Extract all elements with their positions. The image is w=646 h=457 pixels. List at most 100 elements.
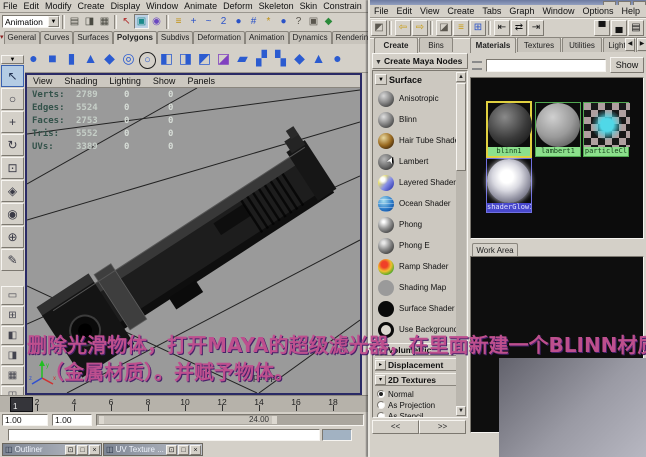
show-button[interactable]: Show [610,57,644,73]
chevron-down-icon[interactable]: ▼ [48,16,59,27]
snap-point-icon[interactable]: ~ [201,14,216,29]
save-scene-icon[interactable]: ▦ [97,14,112,29]
layout-four-pane[interactable]: ⊞ [1,306,24,325]
menu-set-dropdown[interactable]: Animation ▼ [2,15,60,28]
viewport-menu-show[interactable]: Show [147,76,182,86]
layout-persp-graph[interactable]: ◨ [1,346,24,365]
shader-item-hair-tube[interactable]: Hair Tube Shader [375,131,462,152]
nav-forward-button[interactable]: >> [419,420,466,434]
extrude-face-icon[interactable]: ◆ [290,46,309,70]
section-2d-textures[interactable]: ▾ 2D Textures [375,373,457,386]
select-hierarchy-icon[interactable]: ↖ [119,14,134,29]
material-search-input[interactable] [486,59,606,72]
extract-icon[interactable]: ◩ [195,46,214,70]
menu-window[interactable]: Window [143,1,181,11]
placement-as-stencil[interactable]: As Stencil [377,411,457,417]
chevron-down-icon[interactable]: ▼ [375,74,387,85]
material-particlecloud[interactable]: particleCl [583,102,630,157]
menu-file[interactable]: File [0,1,21,11]
scrollbar-thumb[interactable] [456,83,466,171]
shader-item-ramp[interactable]: Ramp Shader [375,257,457,278]
split-polygon-icon[interactable]: ▞ [252,46,271,70]
swatch-small-icon[interactable]: ▀ [594,20,610,36]
material-shaderglow1[interactable]: shaderGlow1 [486,158,532,213]
open-scene-icon[interactable]: ◨ [82,14,97,29]
back-arrow-icon[interactable]: ⇦ [395,20,411,36]
menu-skin[interactable]: Skin [297,1,321,11]
viewport-menu-shading[interactable]: Shading [58,76,103,86]
shader-item-anisotropic[interactable]: Anisotropic [375,89,457,110]
universal-manipulator-tool[interactable]: ◈ [1,180,24,202]
ipr-render-icon[interactable]: ◆ [321,14,336,29]
hs-menu-view[interactable]: View [416,6,443,16]
command-input[interactable] [8,429,320,441]
select-tool[interactable]: ↖ [1,65,24,87]
boolean-union-icon[interactable]: ◪ [214,46,233,70]
create-polygon-tool-icon[interactable]: ○ [138,46,157,70]
category-dropdown[interactable]: ▼ Surface [375,73,455,86]
construction-history-icon[interactable]: * [261,14,276,29]
tab-scroll-right-icon[interactable]: ▶ [637,38,646,51]
restore-icon[interactable]: ⊡ [166,444,177,455]
hs-menu-file[interactable]: File [370,6,393,16]
materials-swatch-panel[interactable]: blinn1 lambert1 particleCl shaderGlow1 [470,77,644,239]
radio-icon[interactable] [377,412,385,417]
material-lambert1[interactable]: lambert1 [535,102,581,157]
append-polygon-icon[interactable]: ◧ [157,46,176,70]
menu-modify[interactable]: Modify [42,1,75,11]
shelf-menu-icon[interactable]: ▾ ◂ [0,31,4,44]
range-track[interactable]: 24.00 [96,414,364,426]
toolbox-dropdown-icon[interactable]: ▼ [1,55,24,64]
help-line-icon[interactable]: ? [291,14,306,29]
new-scene-icon[interactable]: ▤ [67,14,82,29]
shelf-tab-subdivs[interactable]: Subdivs [156,31,194,44]
scale-tool[interactable]: ⊡ [1,157,24,179]
layout-single-pane[interactable]: ▭ [1,286,24,305]
viewport-menu-view[interactable]: View [27,76,58,86]
shader-item-surface-shader[interactable]: Surface Shader [375,299,457,320]
menu-animate[interactable]: Animate [181,1,220,11]
output-connections-icon[interactable]: ⇥ [528,20,544,36]
snap-grid-icon[interactable]: ≡ [171,14,186,29]
time-slider[interactable]: 1 2 4 6 8 10 12 14 16 18 [0,395,368,412]
select-component-icon[interactable]: ◉ [149,14,164,29]
shelf-tab-deformation[interactable]: Deformation [193,31,245,44]
hs-menu-window[interactable]: Window [538,6,578,16]
menu-create[interactable]: Create [75,1,108,11]
menu-deform[interactable]: Deform [220,1,256,11]
poly-sphere-icon[interactable]: ● [24,46,43,70]
tab-textures[interactable]: Textures [517,37,561,52]
anim-start-field[interactable]: 1.00 [2,414,48,426]
poly-plane-icon[interactable]: ◆ [100,46,119,70]
shader-item-shading-map[interactable]: Shading Map [375,278,457,299]
maximize-icon[interactable]: □ [178,444,189,455]
input-output-connections-icon[interactable]: ⇄ [511,20,527,36]
tab-scroll-left-icon[interactable]: ◀ [625,38,635,51]
shader-list-scrollbar[interactable]: ▲ ▼ [456,72,466,416]
marquee-icon[interactable]: ◩ [371,20,387,36]
poly-cylinder-icon[interactable]: ▮ [62,46,81,70]
swatch-large-icon[interactable]: ▤ [628,20,644,36]
shelf-tab-curves[interactable]: Curves [39,31,74,44]
snap-curve-icon[interactable]: + [186,14,201,29]
smooth-icon[interactable]: ▰ [233,46,252,70]
playback-start-field[interactable]: 1.00 [52,414,92,426]
poly-cone-icon[interactable]: ▲ [81,46,100,70]
shelf-tab-dynamics[interactable]: Dynamics [288,31,332,44]
hs-menu-options[interactable]: Options [578,6,617,16]
minimized-outliner-window[interactable]: ◫ Outliner ⊡ □ × [2,443,102,456]
shelf-tab-polygons[interactable]: Polygons [112,31,157,44]
paint-selection-tool[interactable]: ✎ [1,249,24,271]
soft-modification-tool[interactable]: ◉ [1,203,24,225]
hs-menu-tabs[interactable]: Tabs [478,6,505,16]
shader-item-phong-e[interactable]: Phong E [375,236,457,257]
menu-constrain[interactable]: Constrain [320,1,365,11]
poly-cube-icon[interactable]: ■ [43,46,62,70]
swatch-medium-icon[interactable]: ▄ [611,20,627,36]
nav-back-button[interactable]: << [372,420,419,434]
show-connections-icon[interactable]: ⊞ [470,20,486,36]
forward-arrow-icon[interactable]: ⇨ [412,20,428,36]
lock-icon[interactable]: ▣ [306,14,321,29]
tab-work-area[interactable]: Work Area [472,243,518,256]
tab-bins[interactable]: Bins [419,37,453,52]
